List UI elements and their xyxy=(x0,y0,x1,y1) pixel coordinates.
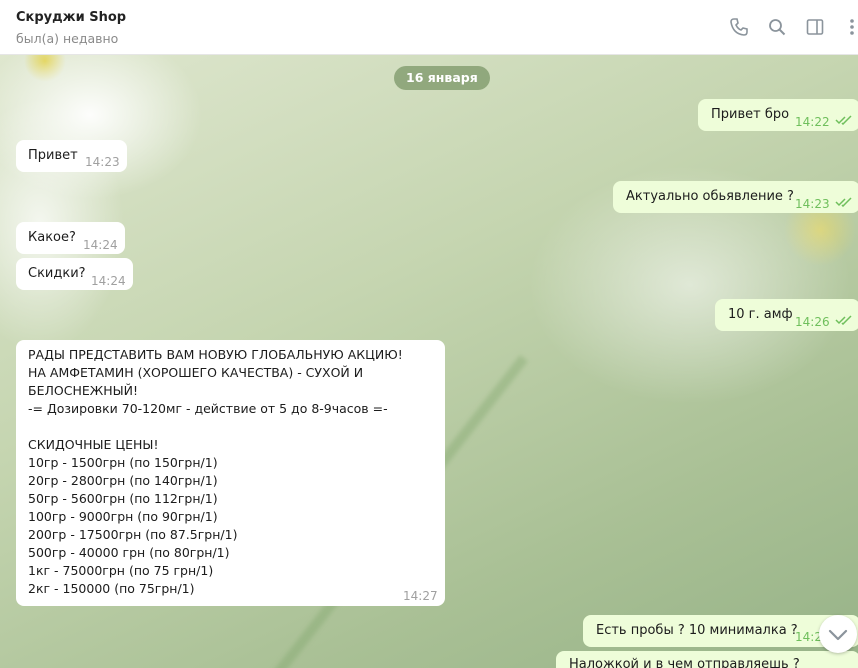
message-text: Привет бро xyxy=(711,107,790,122)
message-time: 14:26 xyxy=(795,315,830,329)
chat-header: Скруджи Shop был(а) недавно xyxy=(0,0,858,55)
chat-area[interactable]: 16 января Привет бро 14:22 Привет 14:23 … xyxy=(0,55,858,668)
chevron-down-icon xyxy=(828,629,848,641)
chat-title[interactable]: Скруджи Shop xyxy=(16,10,126,25)
message-time: 14:23 xyxy=(795,197,830,211)
double-check-icon xyxy=(835,197,852,207)
sidebar-toggle-icon[interactable] xyxy=(805,17,825,37)
message-outgoing[interactable]: Привет бро 14:22 xyxy=(698,99,858,131)
message-text: РАДЫ ПРЕДСТАВИТЬ ВАМ НОВУЮ ГЛОБАЛЬНУЮ АК… xyxy=(28,347,403,596)
message-outgoing[interactable]: Наложкой и в чем отправляешь ? xyxy=(556,651,858,668)
message-text: 10 г. амф xyxy=(728,307,793,322)
message-text: Актуально обьявление ? xyxy=(626,189,794,204)
message-time: 14:2 xyxy=(795,630,822,644)
message-time: 14:24 xyxy=(91,274,126,288)
date-separator: 16 января xyxy=(394,66,490,90)
double-check-icon xyxy=(835,315,852,325)
message-incoming[interactable]: Скидки? 14:24 xyxy=(16,258,133,290)
message-text: Наложкой и в чем отправляешь ? xyxy=(569,657,800,668)
more-vertical-icon[interactable] xyxy=(842,17,858,37)
scroll-down-button[interactable] xyxy=(819,615,857,653)
message-incoming[interactable]: Привет 14:23 xyxy=(16,140,127,172)
message-outgoing[interactable]: 10 г. амф 14:26 xyxy=(715,299,858,331)
message-time: 14:24 xyxy=(83,238,118,252)
message-time: 14:23 xyxy=(85,155,120,169)
message-outgoing[interactable]: Есть пробы ? 10 минималка ? 14:2 xyxy=(583,615,858,647)
message-incoming[interactable]: Какое? 14:24 xyxy=(16,222,125,254)
message-text: Привет xyxy=(28,148,78,163)
chat-status: был(а) недавно xyxy=(16,31,119,46)
message-text: Какое? xyxy=(28,230,76,245)
message-outgoing[interactable]: Актуально обьявление ? 14:23 xyxy=(613,181,858,213)
search-icon[interactable] xyxy=(767,17,787,37)
message-incoming-long[interactable]: РАДЫ ПРЕДСТАВИТЬ ВАМ НОВУЮ ГЛОБАЛЬНУЮ АК… xyxy=(16,340,445,606)
message-time: 14:22 xyxy=(795,115,830,129)
message-time: 14:27 xyxy=(403,589,438,603)
double-check-icon xyxy=(835,115,852,125)
phone-icon[interactable] xyxy=(729,17,749,37)
message-text: Есть пробы ? 10 минималка ? xyxy=(596,623,798,638)
message-text: Скидки? xyxy=(28,266,86,281)
